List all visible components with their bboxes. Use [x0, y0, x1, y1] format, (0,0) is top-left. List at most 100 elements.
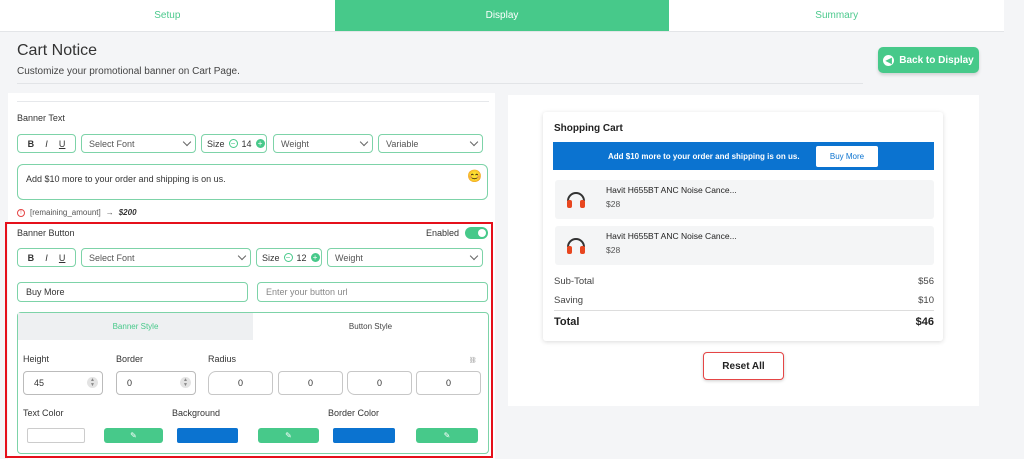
variable-select-value: Variable [386, 138, 419, 149]
text-size-stepper: Size − 14 + [201, 134, 267, 153]
height-value: 45 [34, 378, 45, 388]
plus-icon[interactable]: + [310, 253, 320, 262]
tab-summary[interactable]: Summary [669, 0, 1004, 31]
saving-value: $10 [918, 295, 934, 306]
underline-button[interactable]: U [59, 139, 66, 149]
bold-button[interactable]: B [28, 253, 35, 263]
button-format-group: B I U [17, 248, 76, 267]
minus-icon[interactable]: − [283, 253, 293, 262]
banner-button-label: Banner Button [17, 228, 75, 238]
item-name: Havit H655BT ANC Noise Cance... [606, 231, 737, 241]
tab-display[interactable]: Display [334, 0, 670, 31]
text-color-swatch[interactable] [27, 428, 85, 443]
font-select-value: Select Font [89, 252, 135, 263]
summary-divider [554, 310, 934, 311]
arrow-left-icon: ◀ [883, 54, 895, 66]
plus-icon[interactable]: + [255, 139, 265, 148]
text-weight-select[interactable]: Weight [273, 134, 373, 153]
arrow-right-icon: → [105, 208, 114, 217]
chevron-down-icon [237, 251, 247, 261]
cart-item: Havit H655BT ANC Noise Cance... $28 [555, 226, 934, 265]
radius-value: 0 [307, 378, 313, 388]
pencil-icon: ✎ [130, 431, 137, 440]
headphones-icon [567, 192, 585, 208]
border-label: Border [116, 354, 144, 364]
info-icon: ! [17, 208, 25, 217]
text-variable-select[interactable]: Variable [378, 134, 483, 153]
preview-buy-more-button[interactable]: Buy More [816, 146, 878, 167]
tab-banner-style[interactable]: Banner Style [18, 313, 253, 340]
button-font-select[interactable]: Select Font [81, 248, 251, 267]
hint-value: $200 [118, 208, 137, 217]
total-label: Total [554, 316, 580, 328]
enabled-label: Enabled [426, 228, 460, 238]
radius-bottom-right-input[interactable]: 0 [416, 371, 481, 395]
banner-text-value: Add $10 more to your order and shipping … [26, 174, 226, 184]
spinner-icon[interactable]: ▲ ▼ [180, 377, 191, 388]
emoji-icon[interactable]: 😊 [467, 169, 482, 183]
weight-select-value: Weight [335, 252, 363, 263]
back-to-display-button[interactable]: ◀ Back to Display [878, 47, 979, 73]
radius-bottom-left-input[interactable]: 0 [347, 371, 412, 395]
radius-value: 0 [445, 378, 451, 388]
italic-button[interactable]: I [45, 139, 48, 149]
minus-icon[interactable]: − [228, 139, 238, 148]
panel-divider [17, 99, 489, 102]
button-url-input[interactable]: Enter your button url [257, 282, 488, 302]
subtotal-label: Sub-Total [554, 276, 595, 287]
border-color-swatch[interactable] [333, 428, 395, 443]
spinner-icon[interactable]: ▲ ▼ [87, 377, 98, 388]
placeholder-hint: ! [remaining_amount] → $200 [17, 208, 137, 217]
cart-title: Shopping Cart [554, 123, 623, 134]
border-value: 0 [127, 378, 133, 388]
text-font-select[interactable]: Select Font [81, 134, 196, 153]
reset-all-button[interactable]: Reset All [703, 352, 784, 380]
size-value: 14 [241, 138, 252, 149]
cart-item: Havit H655BT ANC Noise Cance... $28 [555, 180, 934, 219]
back-button-label: Back to Display [899, 54, 974, 66]
button-text-value: Buy More [26, 287, 65, 297]
step-tabs: Setup Display Summary [0, 0, 1004, 32]
link-icon[interactable]: ⛓ [469, 357, 477, 364]
border-input[interactable]: 0 ▲ ▼ [116, 371, 196, 395]
headphones-icon [567, 238, 585, 254]
bold-button[interactable]: B [28, 139, 35, 149]
text-color-label: Text Color [23, 408, 64, 418]
text-color-edit-button[interactable]: ✎ [104, 428, 163, 443]
background-color-swatch[interactable] [177, 428, 238, 443]
item-price: $28 [606, 245, 621, 255]
page-title: Cart Notice [17, 42, 98, 59]
preview-banner-text: Add $10 more to your order and shipping … [608, 152, 800, 161]
font-select-value: Select Font [89, 138, 135, 149]
height-label: Height [23, 354, 50, 364]
size-label: Size [207, 138, 225, 149]
text-format-group: B I U [17, 134, 76, 153]
button-text-input[interactable]: Buy More [17, 282, 248, 302]
height-input[interactable]: 45 ▲ ▼ [23, 371, 103, 395]
size-label: Size [262, 252, 280, 263]
tab-button-style[interactable]: Button Style [253, 313, 488, 340]
size-value: 12 [296, 252, 307, 263]
border-color-edit-button[interactable]: ✎ [416, 428, 478, 443]
radius-top-right-input[interactable]: 0 [278, 371, 343, 395]
button-size-stepper: Size − 12 + [256, 248, 322, 267]
item-name: Havit H655BT ANC Noise Cance... [606, 185, 737, 195]
weight-select-value: Weight [281, 138, 309, 149]
underline-button[interactable]: U [59, 253, 66, 263]
chevron-down-icon [469, 137, 479, 147]
banner-text-label: Banner Text [17, 113, 65, 123]
pencil-icon: ✎ [285, 431, 292, 440]
total-value: $46 [915, 316, 934, 328]
header-divider [17, 83, 863, 84]
hint-key: [remaining_amount] [30, 208, 101, 217]
enabled-toggle[interactable] [465, 227, 488, 239]
radius-top-left-input[interactable]: 0 [208, 371, 273, 395]
italic-button[interactable]: I [45, 253, 48, 263]
url-placeholder: Enter your button url [266, 287, 348, 297]
saving-label: Saving [554, 295, 584, 306]
page-subtitle: Customize your promotional banner on Car… [17, 66, 240, 77]
background-color-edit-button[interactable]: ✎ [258, 428, 319, 443]
tab-setup[interactable]: Setup [0, 0, 335, 31]
banner-text-input[interactable]: Add $10 more to your order and shipping … [17, 164, 488, 200]
button-weight-select[interactable]: Weight [327, 248, 483, 267]
